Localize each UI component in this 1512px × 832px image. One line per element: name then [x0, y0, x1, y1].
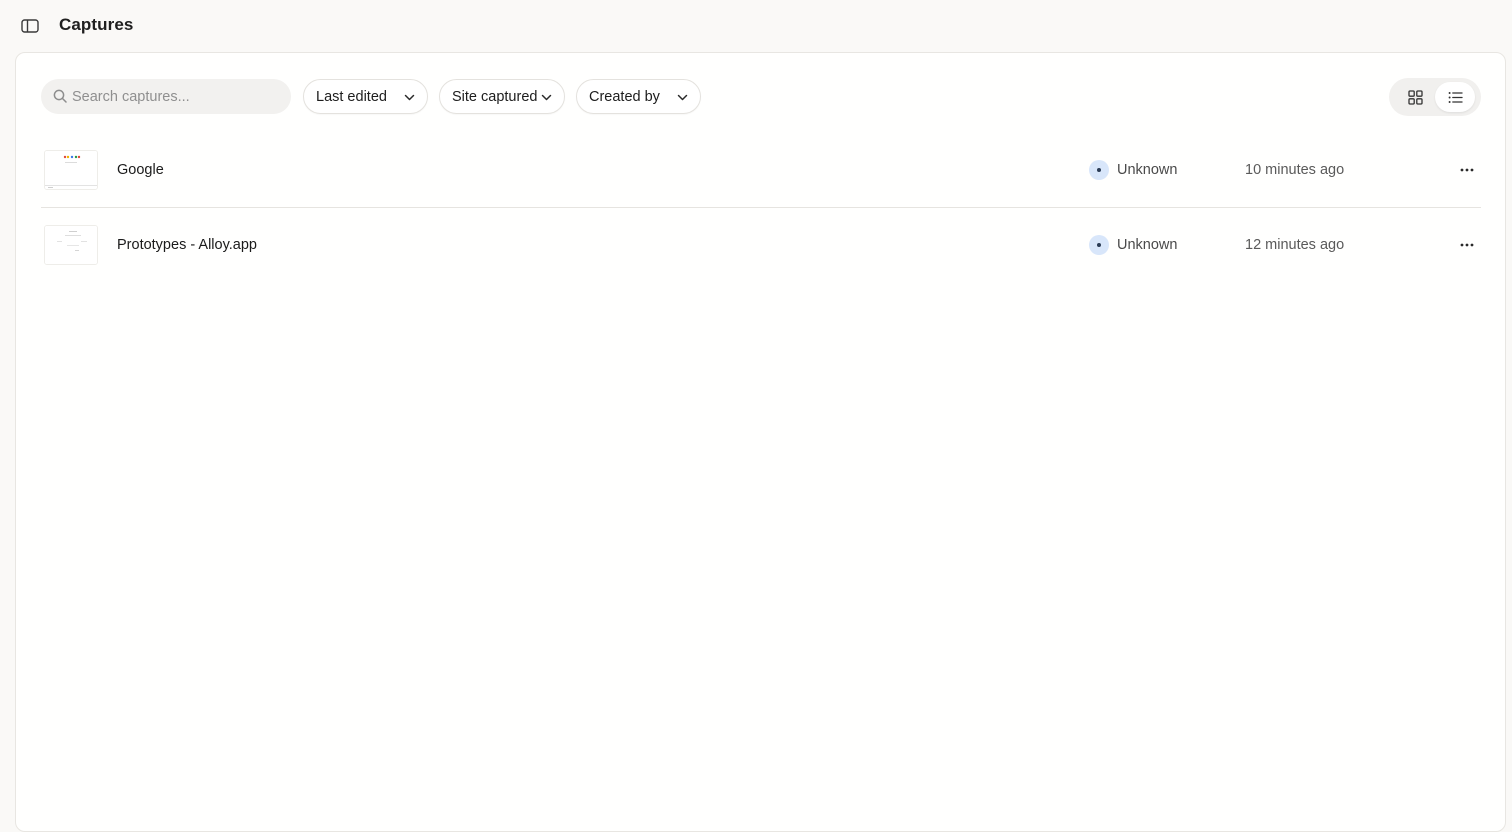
search-box[interactable]	[41, 79, 291, 114]
more-horizontal-icon	[1460, 168, 1474, 172]
capture-row[interactable]: Google Unknown 10 minutes ago	[41, 133, 1481, 208]
row-more-button[interactable]	[1452, 158, 1482, 182]
avatar	[1089, 160, 1109, 180]
list-view-button[interactable]	[1435, 82, 1475, 112]
capture-edited-time: 10 minutes ago	[1245, 162, 1345, 178]
capture-edited-time: 12 minutes ago	[1245, 237, 1345, 253]
avatar	[1089, 235, 1109, 255]
captures-panel: Last edited Site captured Created by	[15, 52, 1506, 832]
sidebar-toggle-button[interactable]	[16, 13, 44, 39]
more-horizontal-icon	[1460, 243, 1474, 247]
row-more-button[interactable]	[1452, 233, 1482, 257]
chevron-down-icon	[541, 94, 552, 101]
capture-row[interactable]: Prototypes - Alloy.app Unknown 12 minute…	[41, 208, 1481, 283]
page-title: Captures	[59, 15, 134, 34]
grid-view-icon	[1407, 89, 1423, 105]
list-view-icon	[1448, 91, 1463, 103]
filter-last-edited[interactable]: Last edited	[303, 79, 428, 114]
grid-view-button[interactable]	[1395, 82, 1435, 112]
search-input[interactable]	[72, 79, 282, 114]
page-preview-image	[45, 151, 97, 189]
filter-site-captured[interactable]: Site captured	[439, 79, 565, 114]
chevron-down-icon	[677, 94, 688, 101]
capture-thumbnail	[44, 150, 98, 190]
search-icon	[53, 89, 67, 103]
chevron-down-icon	[404, 94, 415, 101]
capture-name[interactable]: Prototypes - Alloy.app	[117, 237, 257, 253]
sidebar-panel-icon	[21, 19, 39, 33]
view-mode-toggle	[1389, 78, 1481, 116]
filter-created-by[interactable]: Created by	[576, 79, 701, 114]
capture-owner: Unknown	[1117, 162, 1178, 178]
filter-site-captured-label: Site captured	[452, 88, 538, 105]
page-preview-image	[45, 226, 97, 264]
filter-created-by-label: Created by	[589, 88, 660, 105]
capture-owner: Unknown	[1117, 237, 1178, 253]
filter-last-edited-label: Last edited	[316, 88, 387, 105]
capture-thumbnail	[44, 225, 98, 265]
capture-name[interactable]: Google	[117, 162, 164, 178]
top-bar: Captures	[0, 0, 1512, 52]
